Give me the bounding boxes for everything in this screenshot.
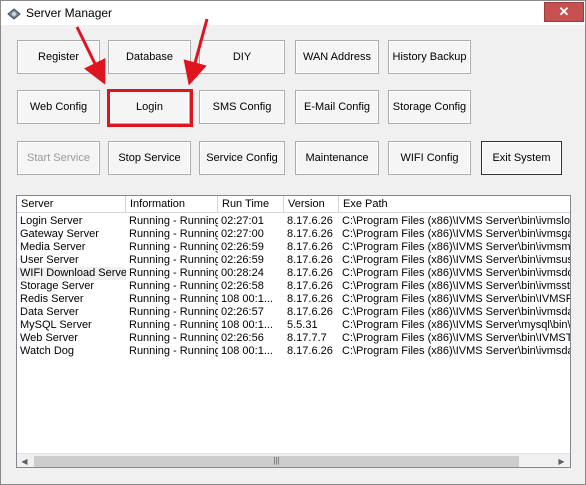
table-cell: Running - Running	[129, 332, 218, 344]
table-cell: 108 00:1...	[221, 293, 273, 305]
column-header-run-time[interactable]: Run Time	[218, 196, 284, 213]
table-cell: C:\Program Files (x86)\IVMS Server\bin\i…	[342, 228, 571, 240]
server-manager-icon	[7, 8, 21, 20]
diy-button[interactable]: DIY	[199, 40, 285, 74]
table-cell: C:\Program Files (x86)\IVMS Server\bin\i…	[342, 241, 571, 253]
table-cell: Running - Running	[129, 215, 218, 227]
table-row[interactable]: WIFI Download Server Running - Running 00:…	[17, 267, 571, 280]
table-cell: 02:27:00	[221, 228, 264, 240]
table-row[interactable]: Redis Server Running - Running 108 00:1...…	[17, 293, 571, 306]
database-button[interactable]: Database	[108, 40, 191, 74]
table-cell: 02:26:56	[221, 332, 264, 344]
start-service-button[interactable]: Start Service	[17, 141, 100, 175]
storage-config-button[interactable]: Storage Config	[388, 90, 471, 124]
table-cell: 8.17.6.26	[287, 228, 333, 240]
table-cell: Web Server	[20, 332, 78, 344]
table-cell: C:\Program Files (x86)\IVMS Server\bin\i…	[342, 345, 571, 357]
table-cell: Watch Dog	[20, 345, 75, 357]
sms-config-button[interactable]: SMS Config	[199, 90, 285, 124]
maintenance-button[interactable]: Maintenance	[295, 141, 379, 175]
table-row[interactable]: Data Server Running - Running 02:26:57 8.17…	[17, 306, 571, 319]
table-cell: C:\Program Files (x86)\IVMS Server\bin\i…	[342, 306, 571, 318]
table-cell: C:\Program Files (x86)\IVMS Server\mysql…	[342, 319, 571, 331]
table-cell: Login Server	[20, 215, 83, 227]
table-cell: Running - Running	[129, 293, 218, 305]
table-cell: C:\Program Files (x86)\IVMS Server\bin\i…	[342, 267, 571, 279]
table-cell: C:\Program Files (x86)\IVMS Server\bin\i…	[342, 215, 571, 227]
table-cell: 8.17.7.7	[287, 332, 327, 344]
register-button[interactable]: Register	[17, 40, 100, 74]
scroll-right-icon[interactable]: ▶	[554, 454, 569, 467]
close-button[interactable]: ✕	[544, 2, 584, 22]
table-cell: 00:28:24	[221, 267, 264, 279]
table-row[interactable]: Web Server Running - Running 02:26:56 8.17.…	[17, 332, 571, 345]
table-cell: 8.17.6.26	[287, 241, 333, 253]
table-cell: 02:26:58	[221, 280, 264, 292]
history-backup-button[interactable]: History Backup	[388, 40, 471, 74]
column-header-server[interactable]: Server	[17, 196, 126, 213]
title-bar[interactable]: Server Manager ✕	[1, 1, 585, 25]
table-cell: 02:26:59	[221, 254, 264, 266]
table-cell: C:\Program Files (x86)\IVMS Server\bin\i…	[342, 280, 571, 292]
stop-service-button[interactable]: Stop Service	[108, 141, 191, 175]
wifi-config-button[interactable]: WIFI Config	[388, 141, 471, 175]
scroll-thumb[interactable]: |||	[34, 456, 519, 467]
table-row[interactable]: Gateway Server Running - Running 02:27:00 8…	[17, 228, 571, 241]
table-cell: 8.17.6.26	[287, 280, 333, 292]
column-header-exe-path[interactable]: Exe Path	[339, 196, 570, 213]
column-header-information[interactable]: Information	[126, 196, 218, 213]
table-row[interactable]: Login Server Running - Running 02:27:01 8.1…	[17, 215, 571, 228]
table-cell: 02:26:57	[221, 306, 264, 318]
table-cell: 02:27:01	[221, 215, 264, 227]
table-cell: C:\Program Files (x86)\IVMS Server\bin\I…	[342, 293, 571, 305]
column-header-version[interactable]: Version	[284, 196, 339, 213]
service-config-button[interactable]: Service Config	[199, 141, 285, 175]
table-cell: C:\Program Files (x86)\IVMS Server\bin\i…	[342, 254, 571, 266]
table-cell: 8.17.6.26	[287, 254, 333, 266]
table-cell: Running - Running	[129, 254, 218, 266]
table-cell: User Server	[20, 254, 79, 266]
table-cell: Running - Running	[129, 306, 218, 318]
table-cell: 02:26:59	[221, 241, 264, 253]
table-cell: Running - Running	[129, 267, 218, 279]
table-cell: 8.17.6.26	[287, 267, 333, 279]
table-cell: 108 00:1...	[221, 345, 273, 357]
login-highlight-box	[107, 89, 193, 127]
table-cell: 8.17.6.26	[287, 345, 333, 357]
table-cell: C:\Program Files (x86)\IVMS Server\bin\I…	[342, 332, 571, 344]
email-config-button[interactable]: E-Mail Config	[295, 90, 379, 124]
server-list[interactable]: Server Information Run Time Version Exe …	[16, 195, 571, 468]
table-cell: 5.5.31	[287, 319, 318, 331]
table-cell: 8.17.6.26	[287, 293, 333, 305]
table-row[interactable]: Storage Server Running - Running 02:26:58 8…	[17, 280, 571, 293]
server-manager-window: Server Manager ✕ Register Database DIY W…	[0, 0, 586, 485]
table-row[interactable]: User Server Running - Running 02:26:59 8.17…	[17, 254, 571, 267]
window-title: Server Manager	[26, 6, 113, 20]
table-cell: Running - Running	[129, 345, 218, 357]
scroll-left-icon[interactable]: ◀	[17, 454, 32, 467]
table-cell: Redis Server	[20, 293, 84, 305]
table-cell: Gateway Server	[20, 228, 99, 240]
table-cell: MySQL Server	[20, 319, 92, 331]
table-cell: 8.17.6.26	[287, 306, 333, 318]
table-cell: 8.17.6.26	[287, 215, 333, 227]
wan-address-button[interactable]: WAN Address	[295, 40, 379, 74]
exit-system-button[interactable]: Exit System	[481, 141, 562, 175]
web-config-button[interactable]: Web Config	[17, 90, 100, 124]
table-cell: WIFI Download Server	[17, 267, 126, 280]
table-cell: Running - Running	[129, 319, 218, 331]
table-cell: Running - Running	[129, 228, 218, 240]
table-cell: Media Server	[20, 241, 86, 253]
horizontal-scrollbar[interactable]: ◀ ||| ▶	[17, 453, 570, 467]
table-cell: Data Server	[20, 306, 79, 318]
table-cell: 108 00:1...	[221, 319, 273, 331]
table-row[interactable]: MySQL Server Running - Running 108 00:1...…	[17, 319, 571, 332]
table-cell: Storage Server	[20, 280, 94, 292]
table-cell: Running - Running	[129, 280, 218, 292]
table-row[interactable]: Watch Dog Running - Running 108 00:1... 8.1…	[17, 345, 571, 358]
table-cell: Running - Running	[129, 241, 218, 253]
table-row[interactable]: Media Server Running - Running 02:26:59 8.1…	[17, 241, 571, 254]
